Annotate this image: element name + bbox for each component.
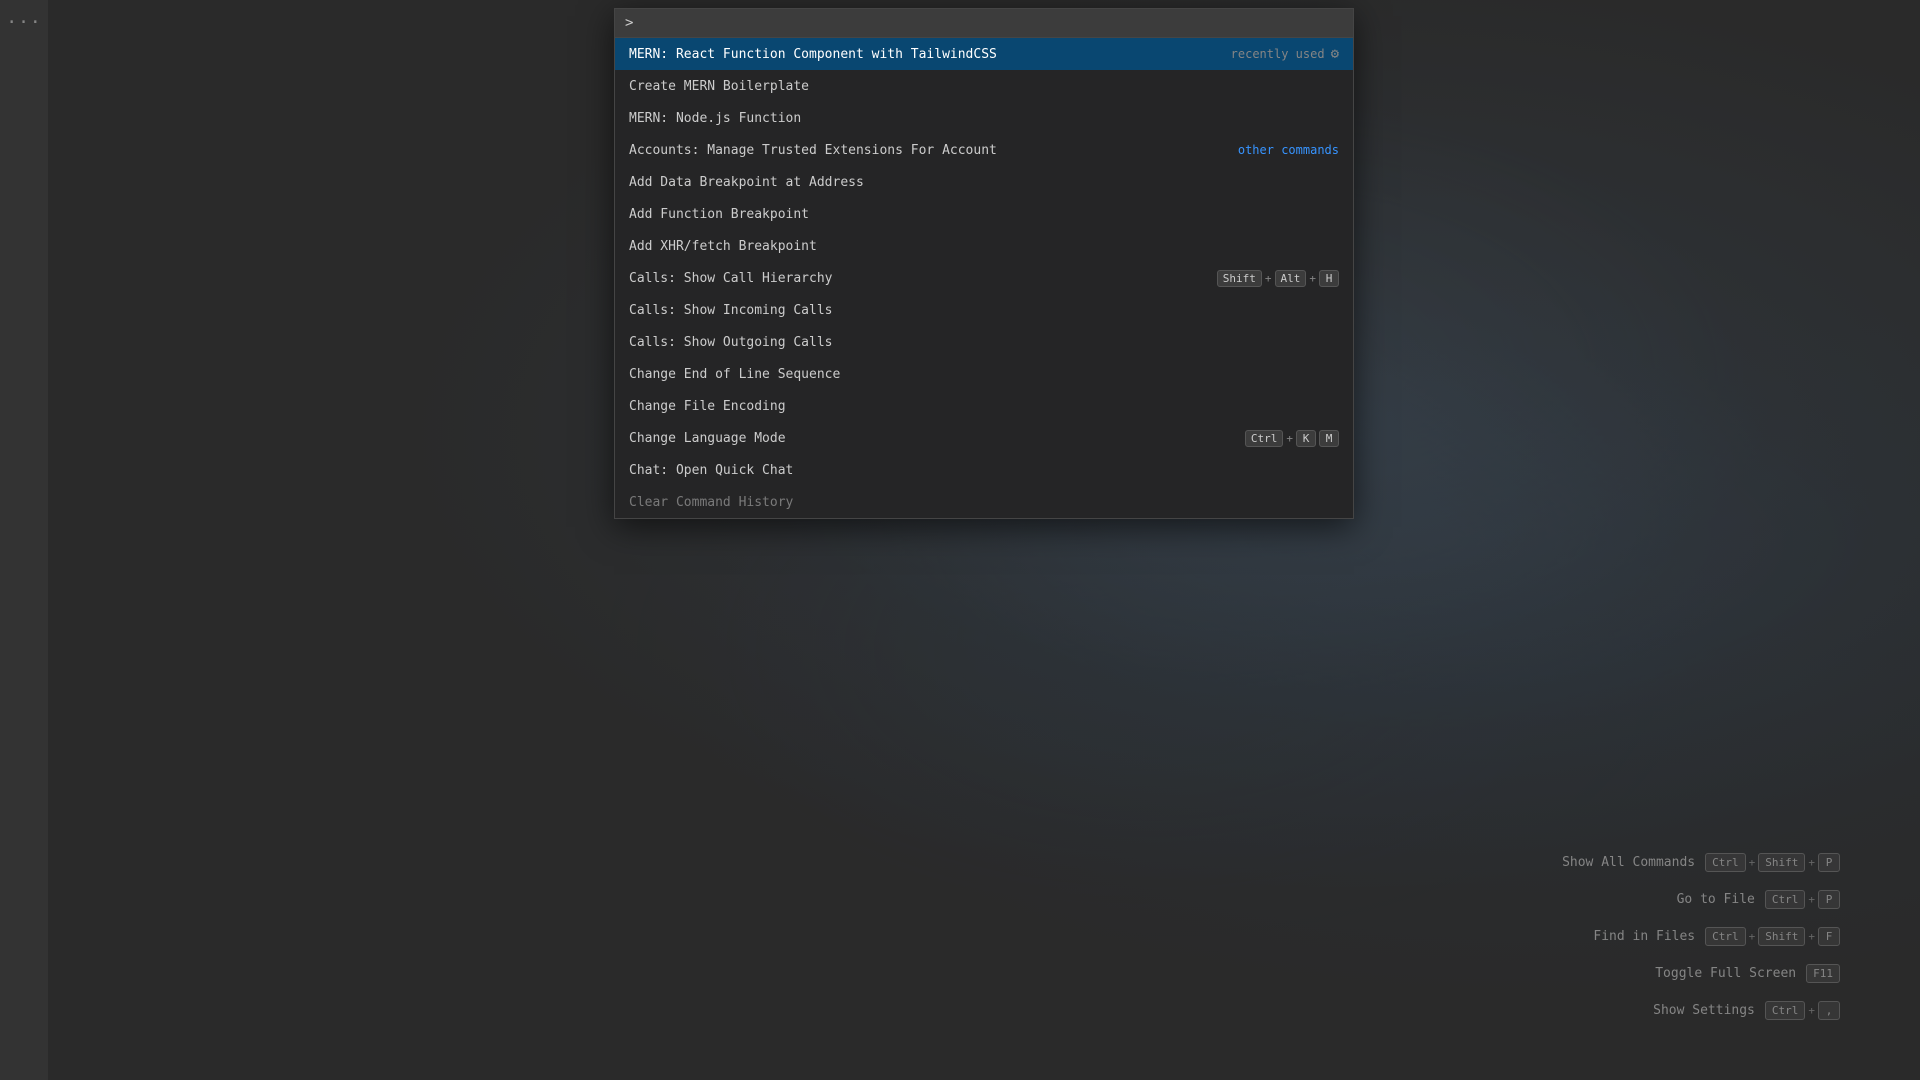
command-item-label: Create MERN Boilerplate [629, 79, 809, 94]
command-item-left: Calls: Show Incoming Calls [629, 303, 833, 318]
recently-used-badge: recently used [1231, 47, 1325, 61]
key: K [1296, 430, 1316, 447]
command-item-label: Clear Command History [629, 495, 793, 510]
command-item-label: Add XHR/fetch Breakpoint [629, 239, 817, 254]
command-item-left: Clear Command History [629, 495, 793, 510]
command-item-right: other commands [1238, 143, 1339, 157]
command-item-left: Add Data Breakpoint at Address [629, 175, 864, 190]
command-item-label: Calls: Show Outgoing Calls [629, 335, 833, 350]
command-input-container: > [615, 9, 1353, 38]
command-item[interactable]: Create MERN Boilerplate [615, 70, 1353, 102]
command-item[interactable]: Calls: Show Incoming Calls [615, 294, 1353, 326]
command-item-left: Chat: Open Quick Chat [629, 463, 793, 478]
command-item-left: Add XHR/fetch Breakpoint [629, 239, 817, 254]
command-item[interactable]: Add Data Breakpoint at Address [615, 166, 1353, 198]
command-item-label: MERN: Node.js Function [629, 111, 801, 126]
command-item[interactable]: MERN: Node.js Function [615, 102, 1353, 134]
other-commands-link[interactable]: other commands [1238, 143, 1339, 157]
command-item-left: Calls: Show Call Hierarchy [629, 271, 833, 286]
keybinding: Shift+Alt+H [1217, 270, 1339, 287]
command-item-left: Change File Encoding [629, 399, 786, 414]
key: H [1319, 270, 1339, 287]
command-item[interactable]: Change File Encoding [615, 390, 1353, 422]
command-item-label: Calls: Show Incoming Calls [629, 303, 833, 318]
command-item[interactable]: Add XHR/fetch Breakpoint [615, 230, 1353, 262]
key: Ctrl [1245, 430, 1284, 447]
command-item[interactable]: Clear Command History [615, 486, 1353, 518]
command-item-label: Change End of Line Sequence [629, 367, 840, 382]
command-item[interactable]: Add Function Breakpoint [615, 198, 1353, 230]
key: Alt [1275, 270, 1307, 287]
keybinding: Ctrl+KM [1245, 430, 1339, 447]
sidebar-dots[interactable]: ··· [6, 12, 42, 33]
command-item-label: Add Data Breakpoint at Address [629, 175, 864, 190]
command-item-label: MERN: React Function Component with Tail… [629, 47, 997, 62]
command-item-label: Change Language Mode [629, 431, 786, 446]
command-item-left: Accounts: Manage Trusted Extensions For … [629, 143, 997, 158]
command-search-input[interactable] [637, 15, 1343, 31]
command-item-left: MERN: React Function Component with Tail… [629, 47, 997, 62]
key: Shift [1217, 270, 1262, 287]
gear-icon[interactable]: ⚙ [1331, 46, 1339, 62]
command-item[interactable]: Change Language Mode Ctrl+KM [615, 422, 1353, 454]
command-list: MERN: React Function Component with Tail… [615, 38, 1353, 518]
command-item-left: Add Function Breakpoint [629, 207, 809, 222]
command-item-right: Ctrl+KM [1245, 430, 1339, 447]
command-item-label: Accounts: Manage Trusted Extensions For … [629, 143, 997, 158]
command-item[interactable]: Calls: Show Call Hierarchy Shift+Alt+H [615, 262, 1353, 294]
command-item-left: Change Language Mode [629, 431, 786, 446]
sidebar: ··· [0, 0, 48, 1080]
command-item-right: Shift+Alt+H [1217, 270, 1339, 287]
command-item-right: recently used ⚙ [1231, 46, 1339, 62]
command-item[interactable]: Accounts: Manage Trusted Extensions For … [615, 134, 1353, 166]
command-palette-overlay: > MERN: React Function Component with Ta… [48, 0, 1920, 1080]
command-prefix: > [625, 15, 633, 31]
key: M [1319, 430, 1339, 447]
key-separator: + [1309, 272, 1316, 285]
command-item-left: Calls: Show Outgoing Calls [629, 335, 833, 350]
command-item[interactable]: Chat: Open Quick Chat [615, 454, 1353, 486]
command-item-left: Create MERN Boilerplate [629, 79, 809, 94]
command-item-label: Calls: Show Call Hierarchy [629, 271, 833, 286]
command-palette: > MERN: React Function Component with Ta… [614, 8, 1354, 519]
command-item[interactable]: Change End of Line Sequence [615, 358, 1353, 390]
command-item-label: Add Function Breakpoint [629, 207, 809, 222]
key-separator: + [1286, 432, 1293, 445]
key-separator: + [1265, 272, 1272, 285]
command-item-left: Change End of Line Sequence [629, 367, 840, 382]
command-item[interactable]: MERN: React Function Component with Tail… [615, 38, 1353, 70]
command-item-label: Change File Encoding [629, 399, 786, 414]
command-item[interactable]: Calls: Show Outgoing Calls [615, 326, 1353, 358]
command-item-left: MERN: Node.js Function [629, 111, 801, 126]
command-item-label: Chat: Open Quick Chat [629, 463, 793, 478]
